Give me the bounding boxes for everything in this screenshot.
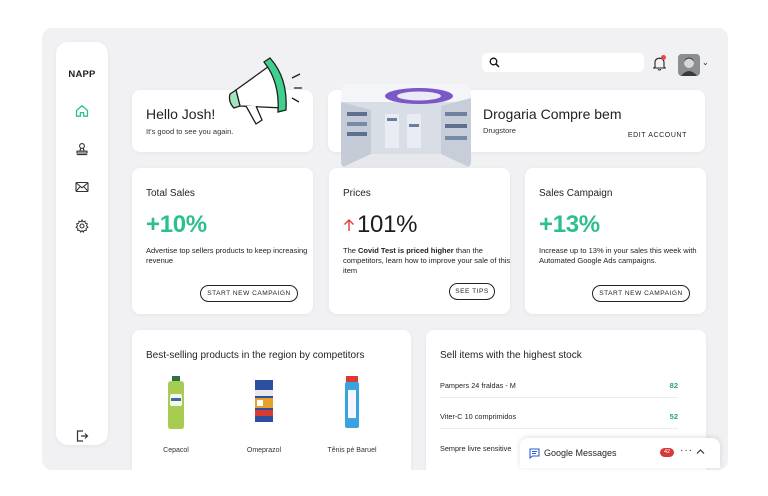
notification-badge	[661, 55, 666, 60]
prices-title: Prices	[343, 188, 371, 199]
arrow-up-icon	[344, 219, 354, 231]
sidebar-item-messages[interactable]	[73, 178, 91, 196]
table-row[interactable]: Viter-C 10 comprimidos 52	[440, 405, 678, 429]
stock-item-name: Sempre livre sensitive	[440, 443, 512, 453]
chevron-down-icon[interactable]: ⌄	[702, 58, 709, 67]
google-messages-label: Google Messages	[544, 448, 617, 458]
best-selling-title: Best-selling products in the region by c…	[146, 350, 365, 361]
gear-icon	[75, 219, 89, 233]
start-campaign-button[interactable]: START NEW CAMPAIGN	[200, 285, 298, 302]
product-omeprazol[interactable]	[224, 376, 304, 429]
google-messages-bar[interactable]: Google Messages 42 ···	[520, 438, 720, 468]
search-input[interactable]	[482, 53, 644, 72]
product-label: Omeprazol	[246, 447, 282, 454]
total-sales-card: Total Sales +10% Advertise top sellers p…	[132, 168, 313, 314]
store-card: Drogaria Compre bem Drugstore EDIT ACCOU…	[328, 84, 705, 168]
prices-value: 101%	[357, 211, 418, 238]
sidebar-item-settings[interactable]	[73, 217, 91, 235]
prices-card: Prices 101% The Covid Test is priced hig…	[329, 168, 510, 314]
chat-icon	[529, 448, 540, 459]
table-row[interactable]: Pampers 24 fraldas - M 82	[440, 374, 678, 398]
sidebar-item-home[interactable]	[73, 102, 91, 120]
app-logo: NAPP	[68, 69, 96, 80]
greeting-subtitle: It's good to see you again.	[146, 127, 234, 136]
greeting-title: Hello Josh!	[146, 106, 216, 122]
sidebar: NAPP	[56, 42, 108, 445]
stock-item-name: Viter-C 10 comprimidos	[440, 412, 517, 421]
app-frame: NAPP Hello Josh! It's good to see you ag…	[42, 28, 728, 470]
stock-item-qty: 82	[669, 381, 678, 390]
logout-icon	[76, 430, 89, 442]
product-label: Cepacol	[163, 447, 189, 454]
home-icon	[75, 105, 89, 117]
sales-campaign-value: +13%	[539, 211, 600, 238]
product-image	[255, 380, 273, 422]
stamp-icon	[76, 143, 88, 156]
sales-campaign-title: Sales Campaign	[539, 188, 613, 199]
see-tips-button[interactable]: SEE TIPS	[449, 283, 495, 300]
sidebar-item-stamp[interactable]	[73, 140, 91, 158]
stock-item-name: Pampers 24 fraldas - M	[440, 381, 516, 390]
product-image	[168, 376, 184, 429]
avatar[interactable]	[678, 54, 700, 76]
message-count-badge: 42	[660, 448, 674, 457]
product-image	[345, 376, 359, 428]
total-sales-desc: Advertise top sellers products to keep i…	[146, 246, 308, 265]
edit-account-link[interactable]: EDIT ACCOUNT	[628, 132, 687, 139]
best-selling-card: Best-selling products in the region by c…	[132, 330, 411, 470]
product-tenis-pe-baruel[interactable]	[312, 376, 392, 435]
chevron-up-icon[interactable]	[696, 448, 705, 455]
stock-item-qty: 52	[669, 412, 678, 421]
sales-campaign-card: Sales Campaign +13% Increase up to 13% i…	[525, 168, 706, 314]
search-icon	[489, 57, 500, 68]
start-campaign-button[interactable]: START NEW CAMPAIGN	[592, 285, 690, 302]
sales-campaign-desc: Increase up to 13% in your sales this we…	[539, 246, 697, 265]
mail-icon	[75, 181, 89, 193]
highest-stock-title: Sell items with the highest stock	[440, 350, 582, 361]
sidebar-item-logout[interactable]	[73, 427, 91, 445]
megaphone-icon	[228, 57, 302, 125]
total-sales-value: +10%	[146, 211, 207, 238]
more-options-icon[interactable]: ···	[680, 445, 693, 456]
product-label: Tênis pé Baruel	[327, 447, 377, 454]
total-sales-title: Total Sales	[146, 188, 195, 199]
store-name: Drogaria Compre bem	[483, 106, 622, 122]
prices-desc: The Covid Test is priced higher than the…	[343, 246, 511, 275]
store-photo	[341, 84, 471, 168]
store-type: Drugstore	[483, 126, 516, 135]
product-cepacol[interactable]	[136, 376, 216, 435]
